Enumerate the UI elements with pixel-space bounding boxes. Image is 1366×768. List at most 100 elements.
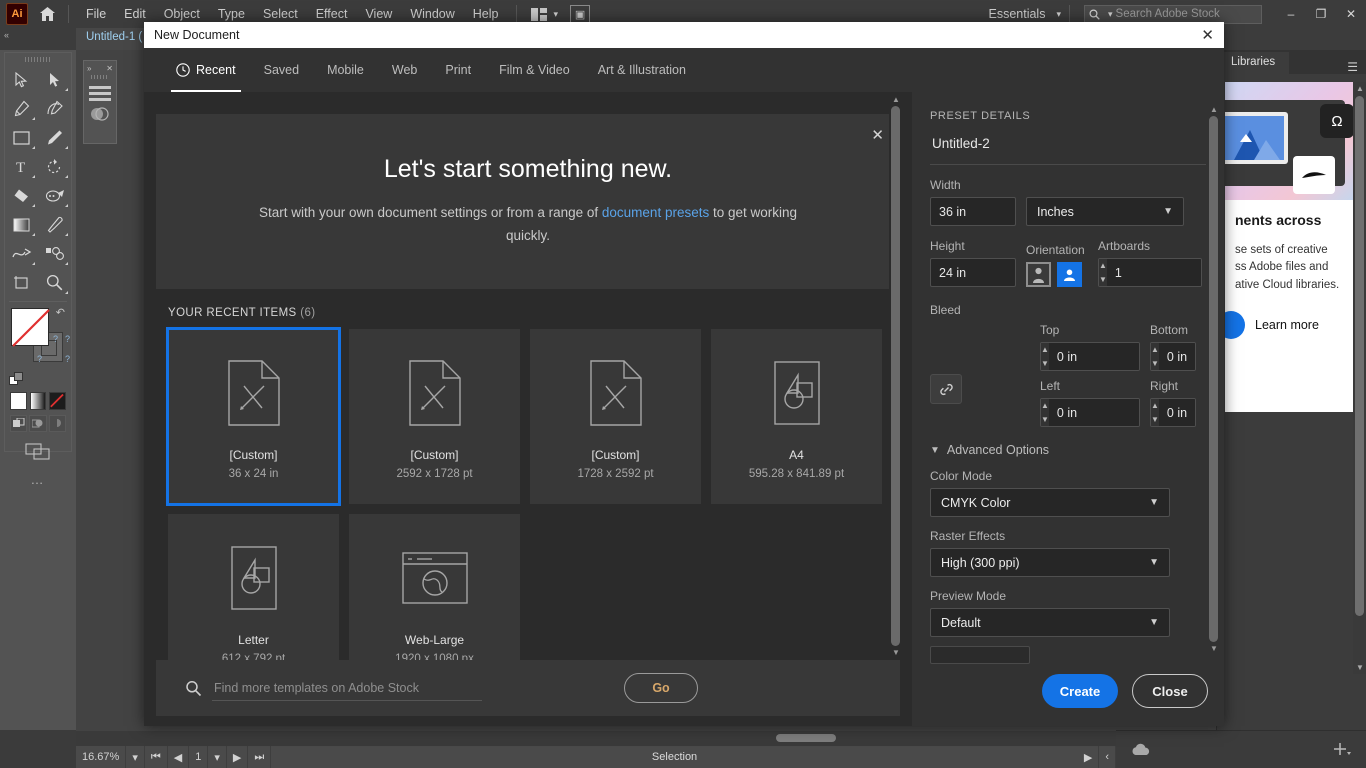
- advanced-options-toggle[interactable]: ▼ Advanced Options: [930, 443, 1206, 457]
- swap-fill-stroke-icon[interactable]: ↶: [56, 306, 65, 319]
- document-tab[interactable]: Untitled-1 (: [76, 28, 153, 50]
- bleed-top-input[interactable]: [1048, 343, 1139, 370]
- recent-item-card[interactable]: [Custom] 2592 x 1728 pt: [349, 329, 520, 504]
- tab-libraries[interactable]: Libraries: [1217, 52, 1290, 74]
- scroll-up-icon[interactable]: ▲: [892, 95, 900, 104]
- symbol-sprayer-tool[interactable]: [38, 239, 71, 268]
- next-artboard-icon[interactable]: ▶: [227, 745, 249, 768]
- restore-button[interactable]: ❐: [1306, 0, 1336, 28]
- tab-web[interactable]: Web: [378, 57, 431, 83]
- workspace-chevron-down-icon[interactable]: ▾: [1056, 9, 1061, 20]
- stock-go-button[interactable]: Go: [624, 673, 698, 703]
- preset-scrollbar-thumb[interactable]: [1209, 116, 1218, 642]
- arrange-documents-icon[interactable]: [530, 7, 549, 21]
- clipped-option-field[interactable]: [930, 646, 1030, 664]
- width-input[interactable]: [939, 204, 1007, 219]
- overlap-circles-icon[interactable]: [90, 106, 110, 122]
- pen-tool[interactable]: [5, 94, 38, 123]
- artboards-input[interactable]: [1106, 259, 1201, 286]
- first-artboard-icon[interactable]: ⏮: [145, 745, 168, 768]
- mini-panel-grip[interactable]: [84, 75, 116, 82]
- scroll-down-icon[interactable]: ▼: [1356, 663, 1364, 672]
- minimize-button[interactable]: –: [1276, 0, 1306, 28]
- create-button[interactable]: Create: [1042, 674, 1118, 708]
- zoom-chevron-down-icon[interactable]: ▾: [126, 745, 145, 768]
- stock-libraries-icon[interactable]: ▣: [570, 5, 591, 23]
- templates-scrollbar-thumb[interactable]: [891, 106, 900, 646]
- cloud-sync-icon[interactable]: [1130, 743, 1152, 756]
- tab-film-and-video[interactable]: Film & Video: [485, 57, 584, 83]
- last-artboard-icon[interactable]: ⏭: [248, 745, 272, 768]
- bleed-top-stepper[interactable]: ▲ ▼: [1040, 342, 1140, 371]
- stepper-down-icon[interactable]: ▼: [1151, 413, 1159, 427]
- close-button[interactable]: ✕: [1336, 0, 1366, 28]
- close-button[interactable]: Close: [1132, 674, 1208, 708]
- chain-link-icon[interactable]: [930, 374, 962, 404]
- home-icon[interactable]: [34, 1, 60, 27]
- stepper-down-icon[interactable]: ▼: [1041, 357, 1049, 371]
- zoom-tool[interactable]: [38, 268, 71, 297]
- zoom-level[interactable]: 16.67%: [76, 745, 127, 768]
- scrollbar-thumb[interactable]: [776, 734, 836, 742]
- bleed-bottom-input[interactable]: [1158, 343, 1195, 370]
- color-swatch-white[interactable]: [10, 392, 27, 410]
- artboard-chevron-down-icon[interactable]: ▾: [208, 745, 227, 768]
- document-name-input[interactable]: [926, 132, 1184, 155]
- stepper-down-icon[interactable]: ▼: [1099, 273, 1107, 287]
- tab-saved[interactable]: Saved: [250, 57, 313, 83]
- none-swatch[interactable]: [49, 392, 67, 410]
- adobe-stock-search[interactable]: ▾ Search Adobe Stock: [1084, 4, 1262, 24]
- recent-item-card[interactable]: A4 595.28 x 841.89 pt: [711, 329, 882, 504]
- height-input[interactable]: [939, 265, 1007, 280]
- status-play-icon[interactable]: ▶: [1078, 745, 1100, 768]
- menu-file[interactable]: File: [77, 3, 115, 25]
- stepper-up-icon[interactable]: ▲: [1151, 399, 1159, 413]
- artboard-number[interactable]: 1: [189, 745, 209, 768]
- add-library-icon[interactable]: [1332, 742, 1352, 758]
- stepper-up-icon[interactable]: ▲: [1041, 343, 1049, 357]
- preset-details-scrollbar[interactable]: ▲ ▼: [1207, 104, 1220, 654]
- orientation-portrait-button[interactable]: [1026, 262, 1051, 287]
- draw-inside-icon[interactable]: [48, 415, 66, 432]
- scroll-up-icon[interactable]: ▲: [1210, 105, 1218, 114]
- edit-toolbar-icon[interactable]: …: [5, 472, 71, 487]
- orientation-landscape-button[interactable]: [1057, 262, 1082, 287]
- stock-search-input[interactable]: [212, 675, 482, 701]
- hero-close-icon[interactable]: ✕: [871, 126, 884, 144]
- tab-recent[interactable]: Recent: [162, 57, 250, 92]
- dock-scrollbar[interactable]: ▲ ▼: [1353, 82, 1366, 674]
- expand-panel-icon[interactable]: »: [87, 64, 91, 73]
- workspace-switcher[interactable]: Essentials: [982, 4, 1051, 24]
- default-fill-stroke-icon[interactable]: [9, 372, 25, 388]
- close-mini-panel-icon[interactable]: ✕: [106, 64, 113, 73]
- learn-more-link[interactable]: Learn more: [1255, 318, 1319, 332]
- arrange-chevron-down-icon[interactable]: ▾: [554, 9, 559, 20]
- dialog-close-icon[interactable]: ✕: [1201, 28, 1214, 43]
- draw-behind-icon[interactable]: [29, 415, 47, 432]
- recent-item-card[interactable]: [Custom] 36 x 24 in: [166, 327, 341, 506]
- type-tool[interactable]: T: [5, 152, 38, 181]
- status-collapse-icon[interactable]: ‹: [1099, 745, 1116, 768]
- paintbrush-tool[interactable]: [38, 123, 71, 152]
- eraser-tool[interactable]: [5, 181, 38, 210]
- preview-mode-select[interactable]: Default ▼: [930, 608, 1170, 637]
- prev-artboard-icon[interactable]: ◀: [168, 745, 190, 768]
- stepper-down-icon[interactable]: ▼: [1041, 413, 1049, 427]
- curvature-tool[interactable]: [38, 94, 71, 123]
- rectangle-tool[interactable]: [5, 123, 38, 152]
- search-chevron-down-icon[interactable]: ▾: [1108, 9, 1113, 20]
- bleed-right-stepper[interactable]: ▲ ▼: [1150, 398, 1196, 427]
- shape-builder-tool[interactable]: [38, 181, 71, 210]
- stepper-down-icon[interactable]: ▼: [1151, 357, 1159, 371]
- gradient-tool[interactable]: [5, 210, 38, 239]
- height-field[interactable]: [930, 258, 1016, 287]
- width-field[interactable]: [930, 197, 1016, 226]
- document-presets-link[interactable]: document presets: [602, 205, 709, 220]
- fill-swatch[interactable]: [11, 308, 50, 347]
- artboard-tool[interactable]: [5, 268, 38, 297]
- scroll-down-icon[interactable]: ▼: [1210, 644, 1218, 653]
- tools-panel-grip[interactable]: [5, 53, 71, 65]
- tab-mobile[interactable]: Mobile: [313, 57, 378, 83]
- stepper-up-icon[interactable]: ▲: [1099, 259, 1107, 273]
- bleed-bottom-stepper[interactable]: ▲ ▼: [1150, 342, 1196, 371]
